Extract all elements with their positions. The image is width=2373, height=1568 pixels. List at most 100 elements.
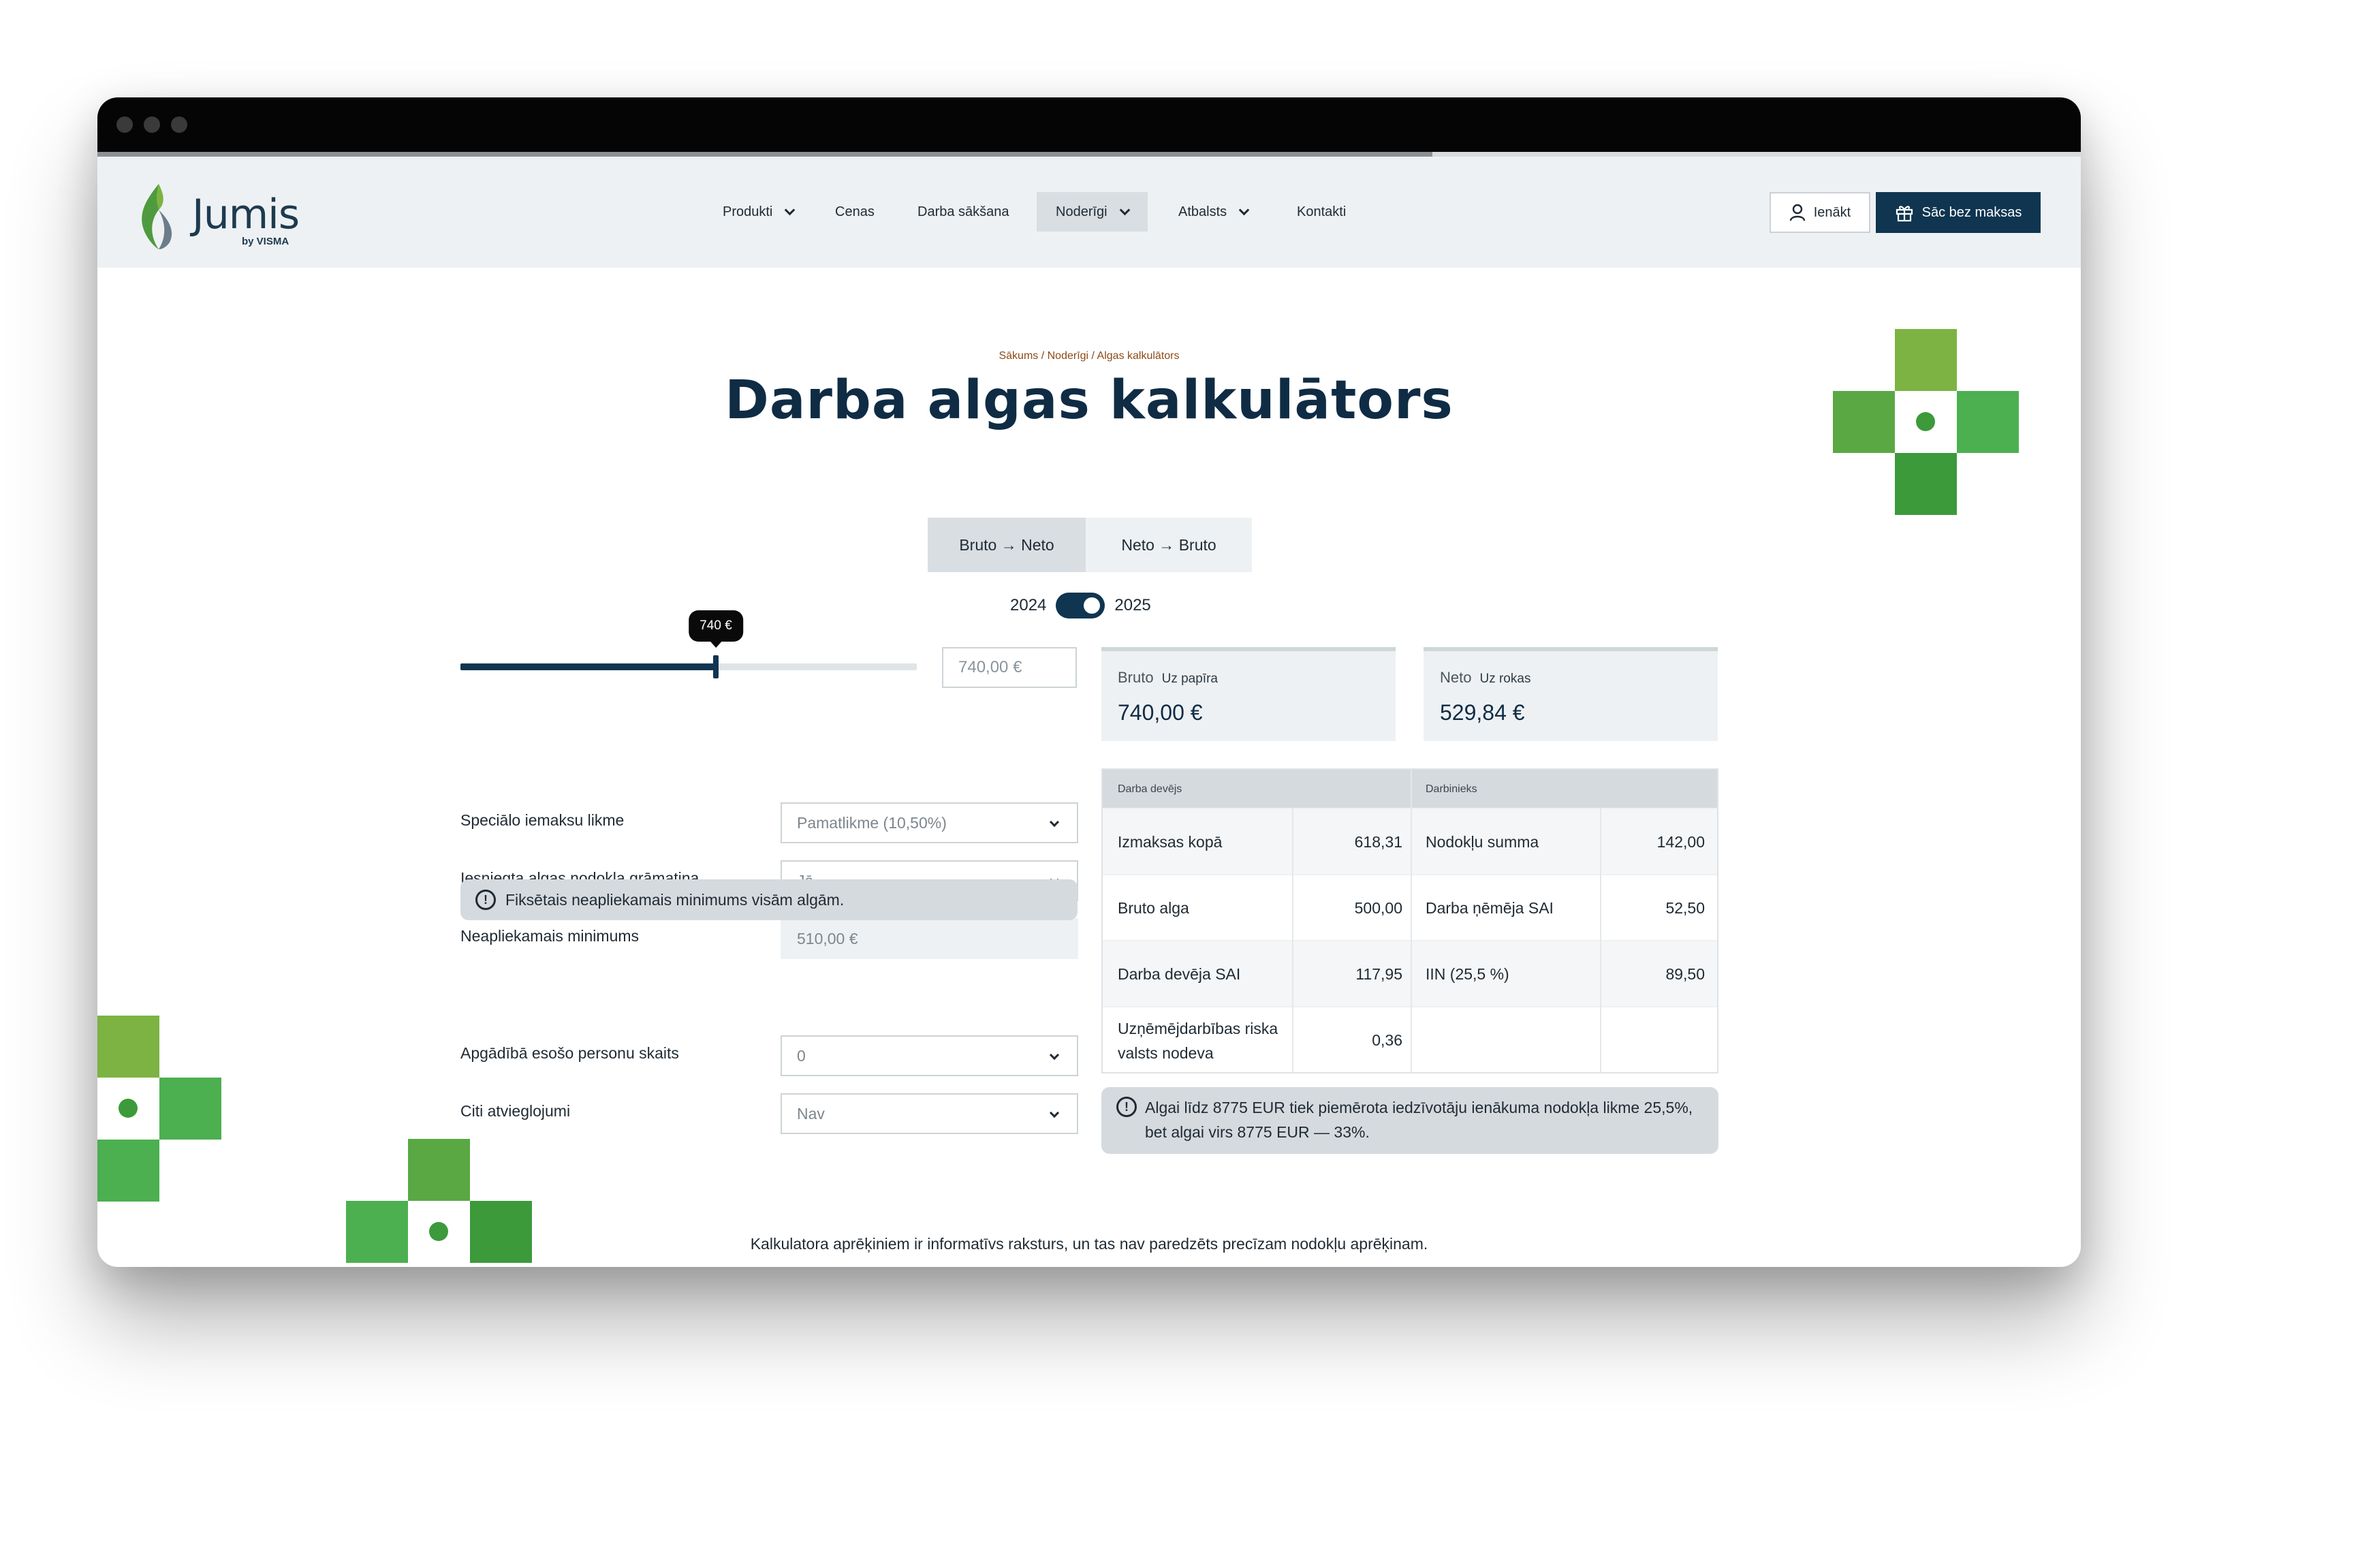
- special-contribution-select[interactable]: Pamatlikme (10,50%): [781, 802, 1078, 843]
- nav-label: Cenas: [835, 204, 875, 219]
- chevron-down-icon: [1049, 1108, 1060, 1118]
- other-reliefs-select[interactable]: Nav: [781, 1093, 1078, 1134]
- table-row: Bruto alga 500,00 Darba ņēmēja SAI 52,50: [1103, 874, 1717, 940]
- nav-item-atbalsts[interactable]: Atbalsts: [1159, 192, 1267, 232]
- dependents-label: Apgādībā esošo personu skaits: [460, 1044, 679, 1062]
- window-dot-maximize[interactable]: [171, 116, 187, 133]
- non-taxable-minimum-label: Neapliekamais minimums: [460, 927, 640, 945]
- field-value: 510,00 €: [797, 929, 858, 947]
- tab-bruto-neto[interactable]: Bruto → Neto: [928, 518, 1086, 572]
- table-row: Darba devēja SAI 117,95 IIN (25,5 %) 89,…: [1103, 940, 1717, 1006]
- other-reliefs-label: Citi atvieglojumi: [460, 1102, 571, 1120]
- card-tag: Uz papīra: [1161, 672, 1218, 686]
- browser-window: Jumis by VISMA Produkti Cenas Darba sākš…: [97, 97, 2081, 1267]
- card-tag: Uz rokas: [1479, 672, 1531, 686]
- start-label: Sāc bez maksas: [1921, 204, 2022, 220]
- employer-cell-label: Uzņēmējdarbības riska valsts nodeva: [1118, 1019, 1278, 1062]
- site-header: Jumis by VISMA Produkti Cenas Darba sākš…: [97, 157, 2081, 268]
- table-row: Uzņēmējdarbības riska valsts nodeva 0,36: [1103, 1006, 1717, 1072]
- nav-item-noderigi[interactable]: Noderīgi: [1037, 192, 1148, 232]
- page-load-progress: [97, 152, 1432, 157]
- toggle-knob: [1084, 597, 1101, 614]
- chevron-down-icon: [1238, 204, 1250, 215]
- column-divider: [1600, 808, 1601, 1072]
- info-icon: !: [475, 890, 496, 910]
- notice-text: Algai līdz 8775 EUR tiek piemērota iedzī…: [1145, 1099, 1693, 1141]
- card-heading: Bruto Uz papīra: [1118, 669, 1218, 687]
- non-taxable-minimum-notice: ! Fiksētais neapliekamais minimums visām…: [460, 879, 1078, 920]
- page-load-progress-track: [1432, 152, 2081, 157]
- employer-cell-value: 618,31: [1354, 833, 1402, 851]
- dependents-select[interactable]: 0: [781, 1035, 1078, 1076]
- employee-cell-label: IIN (25,5 %): [1426, 965, 1509, 983]
- chevron-down-icon: [1049, 1050, 1060, 1061]
- window-dot-minimize[interactable]: [144, 116, 160, 133]
- tab-neto-bruto[interactable]: Neto → Bruto: [1086, 518, 1252, 572]
- disclaimer-text: Kalkulatora aprēķiniem ir informatīvs ra…: [750, 1235, 1428, 1253]
- employee-cell-value: 89,50: [1665, 965, 1705, 983]
- nav-label: Darba sākšana: [917, 204, 1009, 219]
- employer-column-header: Darba devējs: [1118, 783, 1182, 795]
- special-contribution-label: Speciālo iemaksu likme: [460, 811, 625, 829]
- employee-cell-value: 52,50: [1665, 899, 1705, 917]
- nav-label: Kontakti: [1297, 204, 1347, 219]
- non-taxable-minimum-field: 510,00 €: [781, 918, 1078, 959]
- column-divider: [1292, 808, 1293, 1072]
- employee-cell-label: [1426, 1007, 1603, 1073]
- chevron-down-icon: [1119, 204, 1130, 215]
- nav-item-darba-saksana[interactable]: Darba sākšana: [898, 192, 1028, 232]
- employee-cell-label: Darba ņēmēja SAI: [1426, 899, 1554, 917]
- nav-item-kontakti[interactable]: Kontakti: [1278, 192, 1365, 232]
- employer-cell-label: Darba devēja SAI: [1118, 965, 1241, 983]
- results-table: Darba devējs Darbinieks Izmaksas kopā 61…: [1101, 768, 1718, 1073]
- results-table-header: Darba devējs Darbinieks: [1103, 770, 1717, 808]
- breadcrumb[interactable]: Sākums / Noderīgi / Algas kalkulātors: [97, 350, 2081, 362]
- neto-value: 529,84 €: [1440, 700, 1525, 725]
- year-2024-label[interactable]: 2024: [1010, 596, 1046, 615]
- column-divider: [1411, 770, 1412, 1072]
- chevron-down-icon: [1049, 817, 1060, 828]
- nav-label: Noderīgi: [1056, 204, 1107, 219]
- table-row: Izmaksas kopā 618,31 Nodokļu summa 142,0…: [1103, 808, 1717, 874]
- salary-slider[interactable]: 740 €: [460, 610, 917, 678]
- slider-value-tooltip: 740 €: [689, 610, 743, 648]
- slider-handle[interactable]: [713, 655, 719, 678]
- employee-cell-value: 142,00: [1656, 833, 1705, 851]
- card-label: Bruto: [1118, 669, 1154, 686]
- select-value: 0: [797, 1046, 806, 1065]
- nav-item-cenas[interactable]: Cenas: [816, 192, 894, 232]
- titlebar: [97, 97, 2081, 152]
- user-icon: [1789, 204, 1805, 221]
- login-label: Ienākt: [1813, 204, 1851, 220]
- year-toggle-row: 2024 2025: [1010, 592, 1151, 619]
- chevron-down-icon: [785, 204, 796, 215]
- nav-label: Atbalsts: [1178, 204, 1227, 219]
- gross-amount-input[interactable]: 740,00 €: [942, 647, 1077, 688]
- bruto-value: 740,00 €: [1118, 700, 1203, 725]
- employee-cell-value: [1603, 1007, 1705, 1073]
- select-value: Nav: [797, 1104, 825, 1123]
- bruto-card: Bruto Uz papīra 740,00 €: [1101, 647, 1396, 741]
- nav-item-produkti[interactable]: Produkti: [704, 192, 813, 232]
- nav-label: Produkti: [723, 204, 773, 219]
- year-2025-label[interactable]: 2025: [1114, 596, 1150, 615]
- employee-column-header: Darbinieks: [1426, 783, 1477, 795]
- income-tax-notice: ! Algai līdz 8775 EUR tiek piemērota ied…: [1101, 1087, 1718, 1154]
- year-toggle[interactable]: [1056, 593, 1105, 618]
- start-free-button[interactable]: Sāc bez maksas: [1876, 192, 2041, 233]
- notice-text: Fiksētais neapliekamais minimums visām a…: [505, 890, 845, 909]
- employer-cell-value: 0,36: [1372, 1031, 1402, 1049]
- slider-fill: [460, 663, 716, 670]
- login-button[interactable]: Ienākt: [1770, 192, 1870, 233]
- gift-icon: [1896, 206, 1913, 222]
- employer-cell-value: 117,95: [1355, 965, 1402, 983]
- select-value: Pamatlikme (10,50%): [797, 813, 947, 832]
- page-title: Darba algas kalkulātors: [725, 370, 1453, 431]
- conversion-mode-tabs: Bruto → Neto Neto → Bruto: [928, 518, 1252, 572]
- employer-cell-value: 500,00: [1354, 899, 1402, 917]
- employer-cell-label: Izmaksas kopā: [1118, 833, 1223, 851]
- employer-cell-label: Bruto alga: [1118, 899, 1189, 917]
- info-icon: !: [1116, 1097, 1137, 1117]
- employee-cell-label: Nodokļu summa: [1426, 833, 1539, 851]
- window-dot-close[interactable]: [116, 116, 133, 133]
